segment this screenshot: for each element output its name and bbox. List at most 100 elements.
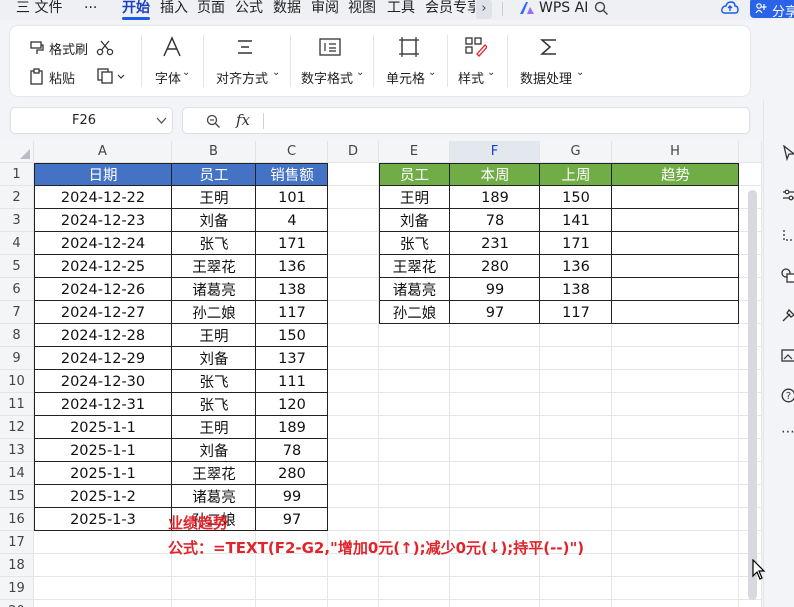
align-icon[interactable]	[236, 38, 254, 56]
row-header[interactable]: 18	[0, 554, 34, 577]
left-table-cell[interactable]: 2024-12-29	[34, 347, 172, 370]
left-table-cell[interactable]: 2025-1-3	[34, 508, 172, 531]
right-table-cell[interactable]: 王翠花	[379, 255, 450, 278]
menu-formula[interactable]: 公式	[235, 0, 263, 20]
column-header-d[interactable]: D	[328, 141, 379, 163]
row-header[interactable]: 19	[0, 577, 34, 600]
cells-label[interactable]: 单元格	[386, 68, 425, 87]
row-header[interactable]: 1	[0, 163, 34, 186]
right-table-cell[interactable]: 诸葛亮	[379, 278, 450, 301]
left-table-cell[interactable]: 136	[256, 255, 328, 278]
row-header[interactable]: 10	[0, 370, 34, 393]
row-header[interactable]: 6	[0, 278, 34, 301]
paste-label[interactable]: 粘贴	[49, 68, 75, 87]
column-header-e[interactable]: E	[379, 141, 450, 163]
row-header[interactable]: 4	[0, 232, 34, 255]
row-header[interactable]: 3	[0, 209, 34, 232]
data-processing-dropdown-icon[interactable]: ⌄	[576, 67, 584, 78]
left-table-cell[interactable]: 138	[256, 278, 328, 301]
right-table-cell[interactable]: 王明	[379, 186, 450, 209]
row-header[interactable]: 9	[0, 347, 34, 370]
search-icon[interactable]	[594, 1, 609, 16]
left-table-cell[interactable]: 120	[256, 393, 328, 416]
left-table-cell[interactable]: 2024-12-28	[34, 324, 172, 347]
left-table-cell[interactable]: 2024-12-23	[34, 209, 172, 232]
align-dropdown-icon[interactable]: ⌄	[272, 67, 280, 78]
left-table-cell[interactable]: 171	[256, 232, 328, 255]
row-header[interactable]: 13	[0, 439, 34, 462]
row-header[interactable]: 20	[0, 600, 34, 607]
left-table-cell[interactable]: 101	[256, 186, 328, 209]
right-table-cell[interactable]: 117	[540, 301, 612, 324]
left-table-cell[interactable]: 137	[256, 347, 328, 370]
right-table-cell[interactable]: 张飞	[379, 232, 450, 255]
left-table-cell[interactable]: 王翠花	[172, 255, 256, 278]
right-table-cell[interactable]: 189	[450, 186, 540, 209]
left-table-cell[interactable]: 2024-12-30	[34, 370, 172, 393]
left-table-cell[interactable]: 111	[256, 370, 328, 393]
menu-review[interactable]: 审阅	[311, 0, 339, 20]
left-table-cell[interactable]: 150	[256, 324, 328, 347]
left-table-cell[interactable]: 2024-12-27	[34, 301, 172, 324]
left-table-cell[interactable]: 2024-12-25	[34, 255, 172, 278]
column-header-a[interactable]: A	[34, 141, 172, 163]
left-table-cell[interactable]: 2024-12-26	[34, 278, 172, 301]
row-header[interactable]: 5	[0, 255, 34, 278]
right-table-cell[interactable]: 99	[450, 278, 540, 301]
paste-icon[interactable]	[29, 68, 45, 85]
row-header[interactable]: 8	[0, 324, 34, 347]
format-painter-label[interactable]: 格式刷	[49, 39, 88, 58]
left-table-cell[interactable]: 张飞	[172, 232, 256, 255]
select-all-corner[interactable]	[0, 141, 34, 163]
right-table-cell[interactable]: 141	[540, 209, 612, 232]
left-table-cell[interactable]: 王翠花	[172, 462, 256, 485]
left-table-cell[interactable]: 2024-12-24	[34, 232, 172, 255]
right-table-cell[interactable]: 231	[450, 232, 540, 255]
column-header-b[interactable]: B	[172, 141, 256, 163]
right-table-cell[interactable]: 150	[540, 186, 612, 209]
left-table-header-cell[interactable]: 员工	[172, 163, 256, 186]
font-icon[interactable]	[161, 36, 183, 58]
tools-icon[interactable]	[781, 308, 794, 323]
font-dropdown-icon[interactable]: ⌄	[182, 67, 190, 78]
left-table-cell[interactable]: 2025-1-1	[34, 416, 172, 439]
number-format-label[interactable]: 数字格式	[301, 68, 353, 87]
menu-page[interactable]: 页面	[197, 0, 225, 20]
left-table-header-cell[interactable]: 日期	[34, 163, 172, 186]
left-table-cell[interactable]: 张飞	[172, 393, 256, 416]
menu-scroll-right-icon[interactable]: ›	[476, 0, 492, 19]
menu-more[interactable]: ···	[84, 0, 97, 20]
pointer-tool-icon[interactable]	[782, 145, 794, 161]
left-table-cell[interactable]: 280	[256, 462, 328, 485]
left-table-cell[interactable]: 王明	[172, 324, 256, 347]
styles-icon[interactable]	[465, 37, 487, 57]
left-table-cell[interactable]: 78	[256, 439, 328, 462]
cloud-upload-icon[interactable]	[721, 0, 739, 16]
name-box[interactable]: F26	[10, 107, 173, 134]
row-header[interactable]: 12	[0, 416, 34, 439]
left-table-cell[interactable]: 刘备	[172, 439, 256, 462]
help-icon[interactable]: ?	[781, 388, 794, 403]
row-header[interactable]: 7	[0, 301, 34, 324]
formula-input[interactable]	[271, 111, 741, 131]
row-header[interactable]: 2	[0, 186, 34, 209]
right-table-header-cell[interactable]: 本周	[450, 163, 540, 186]
right-table-cell[interactable]	[612, 186, 739, 209]
row-header[interactable]: 11	[0, 393, 34, 416]
data-processing-label[interactable]: 数据处理	[520, 68, 572, 87]
chevron-down-icon[interactable]	[156, 117, 167, 125]
right-table-cell[interactable]	[612, 232, 739, 255]
left-table-cell[interactable]: 2025-1-2	[34, 485, 172, 508]
number-format-dropdown-icon[interactable]: ⌄	[356, 67, 364, 78]
column-header-h[interactable]: H	[612, 141, 739, 163]
styles-dropdown-icon[interactable]: ⌄	[487, 67, 495, 78]
menu-insert[interactable]: 插入	[160, 0, 188, 20]
left-table-cell[interactable]: 2025-1-1	[34, 462, 172, 485]
image-icon[interactable]	[781, 348, 794, 363]
left-table-cell[interactable]: 孙二娘	[172, 301, 256, 324]
left-table-cell[interactable]: 诸葛亮	[172, 485, 256, 508]
left-table-cell[interactable]: 99	[256, 485, 328, 508]
menu-wps-ai[interactable]: WPS AI	[539, 0, 588, 20]
right-table-cell[interactable]: 78	[450, 209, 540, 232]
column-header-c[interactable]: C	[256, 141, 328, 163]
